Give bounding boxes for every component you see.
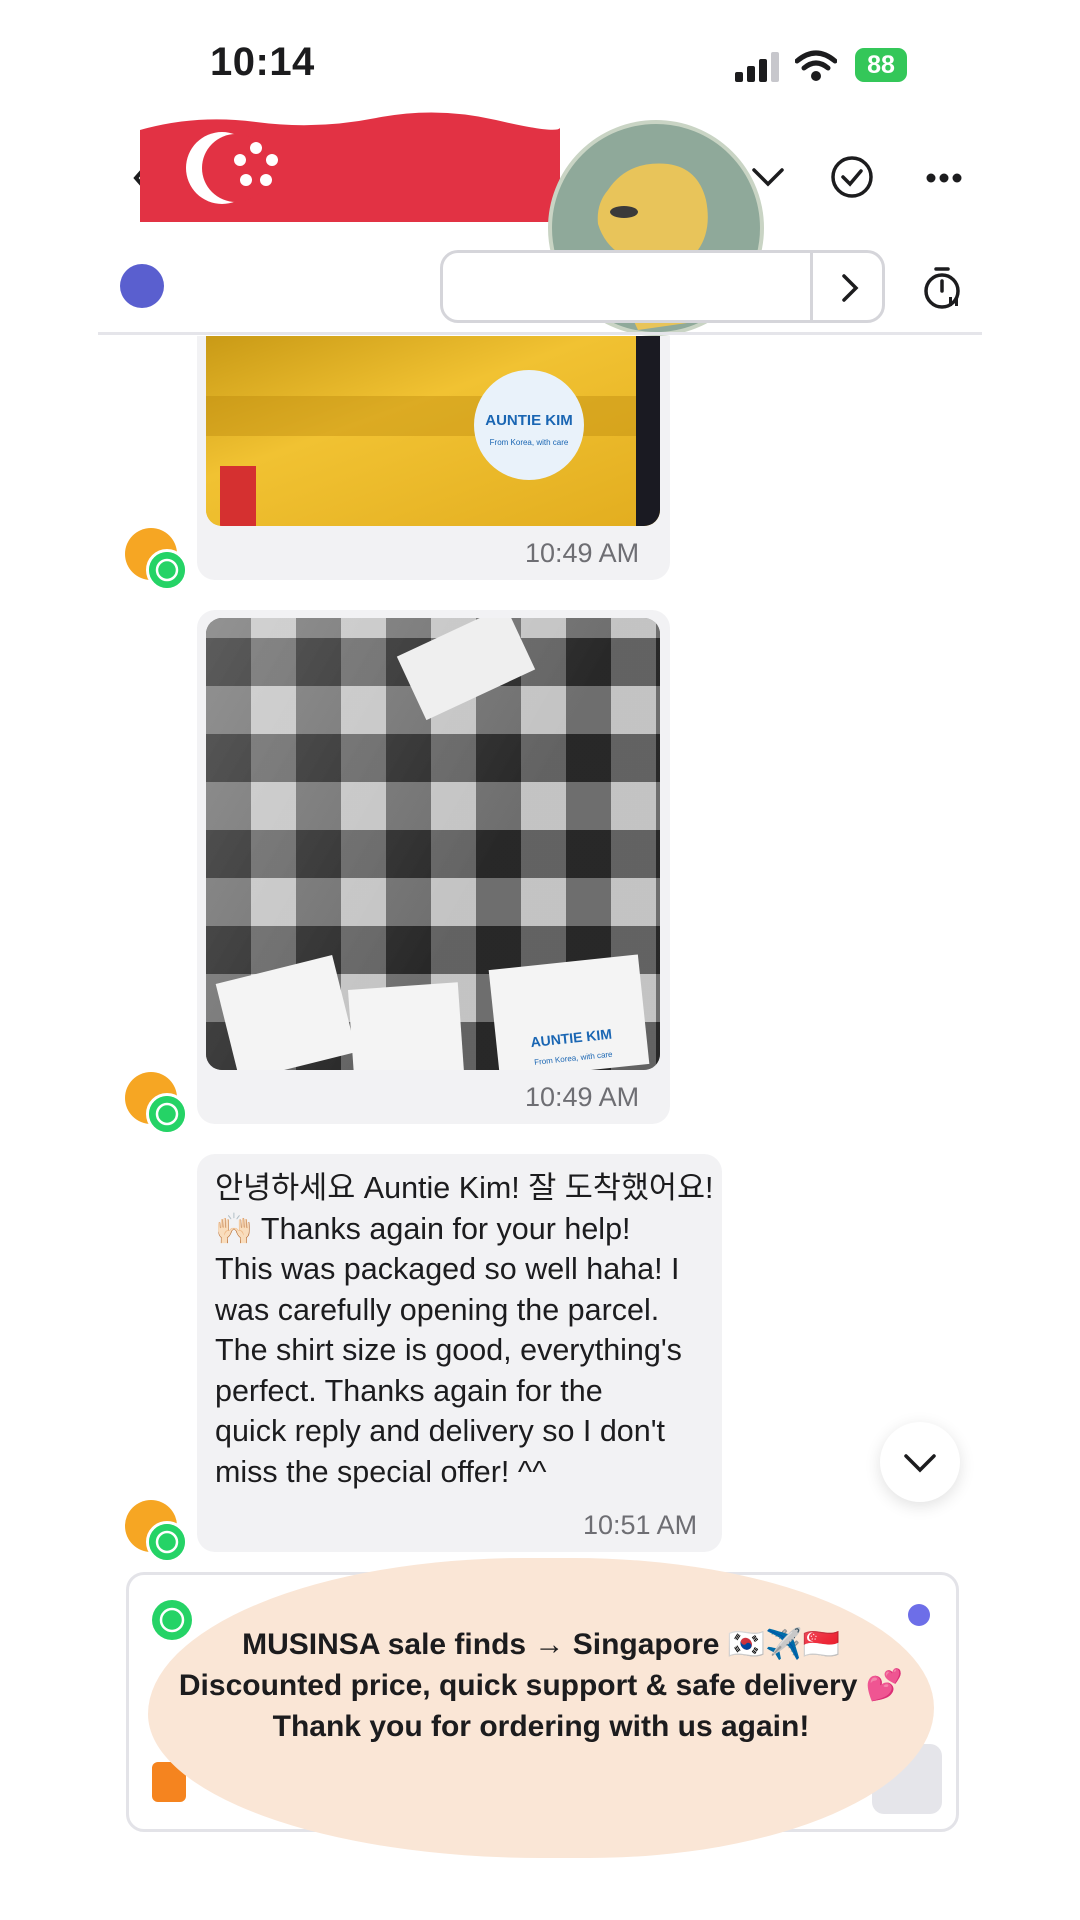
contact-avatar[interactable] xyxy=(120,264,164,308)
message-line: 🙌🏻 Thanks again for your help! xyxy=(215,1211,631,1246)
scroll-down-icon xyxy=(904,1454,936,1473)
whatsapp-icon xyxy=(146,549,188,591)
message-line: perfect. Thanks again for the xyxy=(215,1373,603,1408)
promo-text: MUSINSA sale finds → Singapore 🇰🇷✈️🇸🇬 Di… xyxy=(148,1624,934,1747)
whatsapp-icon xyxy=(146,1093,188,1135)
promo-line: MUSINSA sale finds → Singapore 🇰🇷✈️🇸🇬 xyxy=(242,1628,840,1661)
message-line: This was packaged so well haha! I xyxy=(215,1252,680,1286)
message-line: quick reply and delivery so I don't xyxy=(215,1414,666,1448)
message-text: 안녕하세요 Auntie Kim! 잘 도착했어요! 🙌🏻 Thanks aga… xyxy=(215,1168,715,1492)
sticker-tagline: From Korea, with care xyxy=(489,438,569,447)
message-line: was carefully opening the parcel. xyxy=(215,1292,660,1327)
more-icon[interactable] xyxy=(926,172,962,184)
card-tagline: From Korea, with care xyxy=(533,1049,613,1067)
pill-divider xyxy=(810,253,813,320)
message-line: miss the special offer! ^^ xyxy=(215,1454,547,1489)
battery-indicator: 88 xyxy=(855,48,907,82)
wifi-icon xyxy=(795,50,837,81)
header-divider xyxy=(98,332,982,335)
chevron-down-icon[interactable] xyxy=(750,166,786,190)
whatsapp-icon xyxy=(146,1521,188,1563)
message-line: 안녕하세요 Auntie Kim! 잘 도착했어요! xyxy=(215,1171,714,1205)
message-time: 10:49 AM xyxy=(525,538,640,568)
sticker-brand: AUNTIE KIM xyxy=(485,412,573,429)
timer-icon[interactable] xyxy=(922,265,962,311)
message-line: The shirt size is good, everything's xyxy=(215,1333,682,1367)
shirt-photo[interactable]: AUNTIE KIM From Korea, with care xyxy=(206,618,660,1070)
message-time: 10:51 AM xyxy=(583,1510,698,1540)
chevron-right-icon[interactable] xyxy=(840,272,860,304)
status-time: 10:14 xyxy=(210,40,315,84)
scroll-down-button[interactable] xyxy=(880,1422,960,1502)
promo-line: Discounted price, quick support & safe d… xyxy=(178,1669,904,1702)
promo-line: Thank you for ordering with us again! xyxy=(272,1710,810,1743)
ai-assist-icon[interactable] xyxy=(908,1604,930,1626)
message-time: 10:49 AM xyxy=(525,1082,640,1112)
parcel-photo[interactable]: AUNTIE KIM From Korea, with care xyxy=(206,336,660,526)
info-pill[interactable] xyxy=(440,250,885,323)
signal-icon xyxy=(735,52,779,82)
check-circle-icon[interactable] xyxy=(830,155,874,199)
